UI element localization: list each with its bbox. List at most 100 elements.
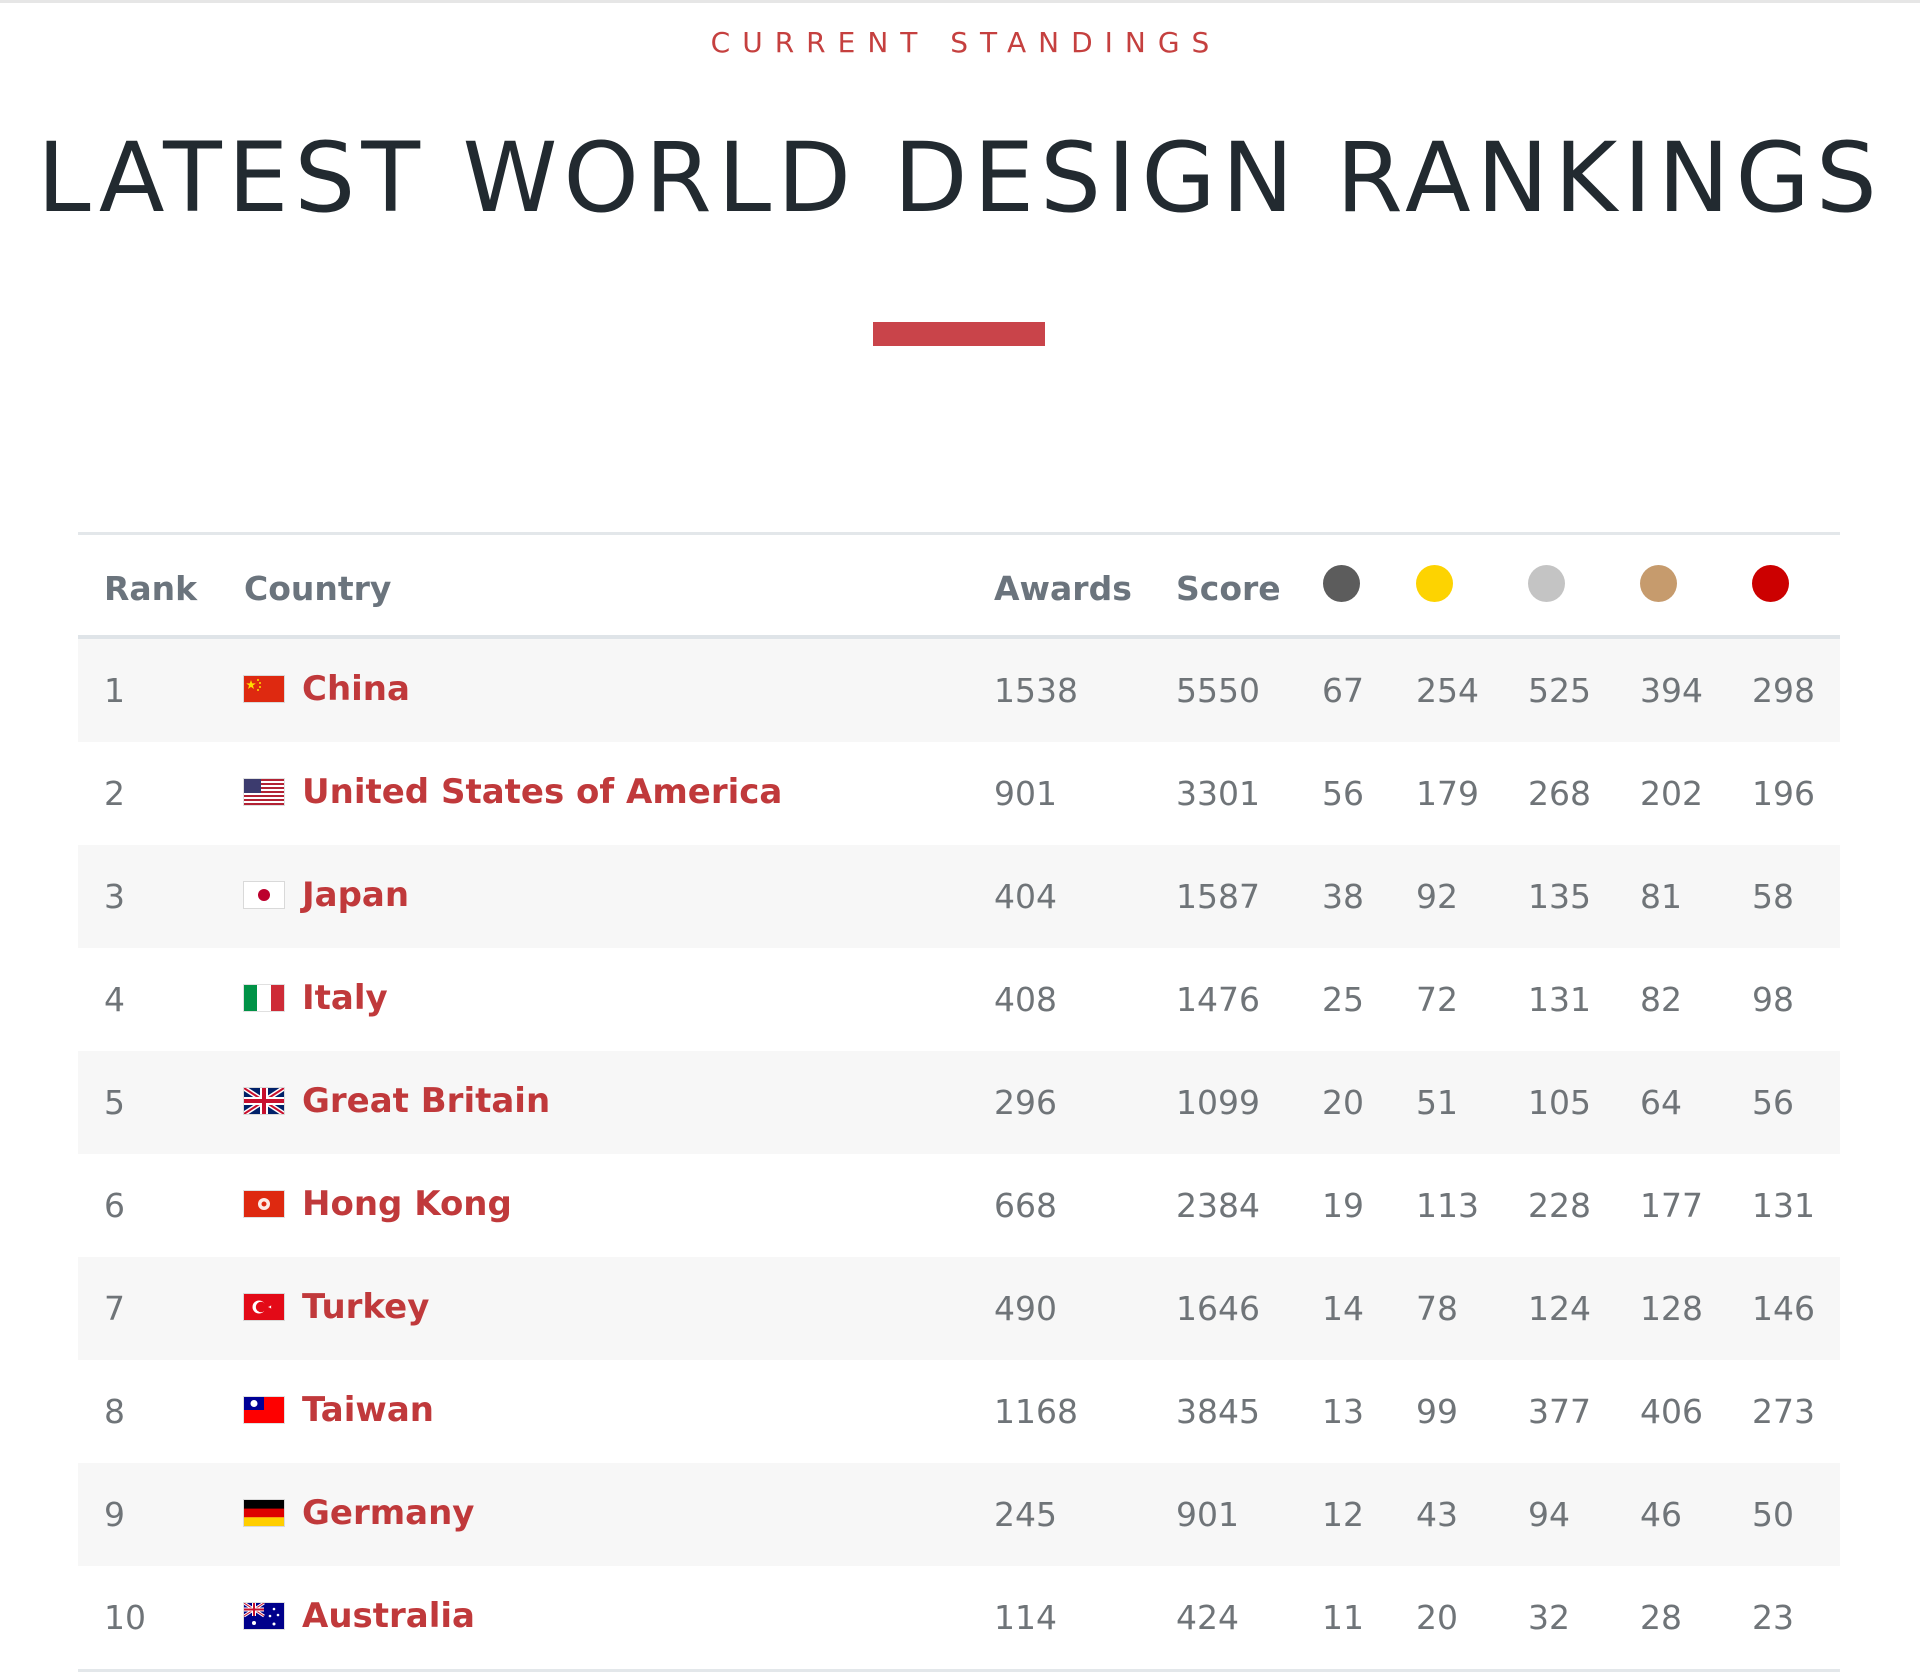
medal-count-cell: 28 <box>1640 1598 1682 1637</box>
medal-count-cell: 146 <box>1752 1289 1815 1328</box>
country-link[interactable]: Japan <box>302 875 409 915</box>
country-link[interactable]: China <box>302 669 410 709</box>
medal-count-cell: 51 <box>1416 1083 1458 1122</box>
awards-column-header[interactable]: Awards <box>994 569 1132 608</box>
medal-count-cell: 131 <box>1752 1186 1815 1225</box>
country-link[interactable]: United States of America <box>302 772 782 812</box>
medal-count-cell: 19 <box>1322 1186 1364 1225</box>
medal-count-cell: 98 <box>1752 980 1794 1019</box>
medal-count-cell: 268 <box>1528 774 1591 813</box>
score-column-header[interactable]: Score <box>1176 569 1281 608</box>
medal-count-cell: 32 <box>1528 1598 1570 1637</box>
country-link[interactable]: Hong Kong <box>302 1184 512 1224</box>
gb-flag-icon <box>244 1088 284 1114</box>
medal-count-cell: 394 <box>1640 671 1703 710</box>
medal-count-cell: 406 <box>1640 1392 1703 1431</box>
medal-count-cell: 72 <box>1416 980 1458 1019</box>
silver-medal-icon[interactable] <box>1528 565 1565 602</box>
table-bottom-border <box>78 1669 1840 1672</box>
it-flag-icon <box>244 985 284 1011</box>
medal-count-cell: 13 <box>1322 1392 1364 1431</box>
medal-count-cell: 124 <box>1528 1289 1591 1328</box>
table-row: 2 United States of America 901 3301 56 179 268… <box>78 742 1840 845</box>
title-accent-bar <box>873 322 1045 346</box>
country-link[interactable]: Great Britain <box>302 1081 550 1121</box>
awards-cell: 1168 <box>994 1392 1078 1431</box>
de-flag-icon <box>244 1500 284 1526</box>
medal-count-cell: 56 <box>1752 1083 1794 1122</box>
country-column-header[interactable]: Country <box>244 569 391 608</box>
rank-cell: 5 <box>104 1083 125 1122</box>
country-link[interactable]: Australia <box>302 1596 475 1636</box>
medal-count-cell: 177 <box>1640 1186 1703 1225</box>
medal-count-cell: 179 <box>1416 774 1479 813</box>
country-cell: Great Britain <box>244 1081 550 1121</box>
country-cell: Japan <box>244 875 409 915</box>
rank-cell: 8 <box>104 1392 125 1431</box>
medal-count-cell: 81 <box>1640 877 1682 916</box>
us-flag-icon <box>244 779 284 805</box>
table-header: Rank Country Awards Score <box>78 535 1840 639</box>
medal-count-cell: 67 <box>1322 671 1364 710</box>
table-row: 5 Great Britain 296 1099 20 51 105 64 56 <box>78 1051 1840 1154</box>
score-cell: 1476 <box>1176 980 1260 1019</box>
medal-count-cell: 56 <box>1322 774 1364 813</box>
rank-cell: 4 <box>104 980 125 1019</box>
score-cell: 1099 <box>1176 1083 1260 1122</box>
medal-count-cell: 202 <box>1640 774 1703 813</box>
medal-count-cell: 82 <box>1640 980 1682 1019</box>
medal-count-cell: 20 <box>1322 1083 1364 1122</box>
red-medal-icon[interactable] <box>1752 565 1789 602</box>
score-cell: 5550 <box>1176 671 1260 710</box>
dark-gray-medal-icon[interactable] <box>1323 565 1360 602</box>
country-link[interactable]: Germany <box>302 1493 474 1533</box>
rank-cell: 3 <box>104 877 125 916</box>
medal-count-cell: 38 <box>1322 877 1364 916</box>
medal-count-cell: 12 <box>1322 1495 1364 1534</box>
medal-count-cell: 11 <box>1322 1598 1364 1637</box>
country-cell: Germany <box>244 1493 474 1533</box>
cn-flag-icon <box>244 676 284 702</box>
medal-count-cell: 50 <box>1752 1495 1794 1534</box>
medal-count-cell: 298 <box>1752 671 1815 710</box>
awards-cell: 114 <box>994 1598 1057 1637</box>
score-cell: 3301 <box>1176 774 1260 813</box>
medal-count-cell: 78 <box>1416 1289 1458 1328</box>
rank-cell: 7 <box>104 1289 125 1328</box>
medal-count-cell: 113 <box>1416 1186 1479 1225</box>
medal-count-cell: 131 <box>1528 980 1591 1019</box>
medal-count-cell: 105 <box>1528 1083 1591 1122</box>
table-row: 1 China 1538 5550 67 254 525 394 298 <box>78 639 1840 742</box>
section-eyebrow: CURRENT STANDINGS <box>710 26 1222 59</box>
medal-count-cell: 25 <box>1322 980 1364 1019</box>
country-cell: Turkey <box>244 1287 429 1327</box>
score-cell: 1646 <box>1176 1289 1260 1328</box>
gold-medal-icon[interactable] <box>1416 565 1453 602</box>
rank-cell: 1 <box>104 671 125 710</box>
country-link[interactable]: Turkey <box>302 1287 429 1327</box>
top-border <box>0 0 1920 3</box>
country-cell: Australia <box>244 1596 475 1636</box>
table-row: 7 Turkey 490 1646 14 78 124 128 146 <box>78 1257 1840 1360</box>
medal-count-cell: 94 <box>1528 1495 1570 1534</box>
medal-count-cell: 377 <box>1528 1392 1591 1431</box>
medal-count-cell: 43 <box>1416 1495 1458 1534</box>
rank-column-header[interactable]: Rank <box>104 569 197 608</box>
rankings-table: Rank Country Awards Score 1 China 1538 5550… <box>78 532 1840 1672</box>
awards-cell: 901 <box>994 774 1057 813</box>
awards-cell: 404 <box>994 877 1057 916</box>
score-cell: 3845 <box>1176 1392 1260 1431</box>
country-cell: United States of America <box>244 772 782 812</box>
country-link[interactable]: Italy <box>302 978 388 1018</box>
table-row: 4 Italy 408 1476 25 72 131 82 98 <box>78 948 1840 1051</box>
tw-flag-icon <box>244 1397 284 1423</box>
table-body: 1 China 1538 5550 67 254 525 394 298 2 United Stat… <box>78 639 1840 1669</box>
rank-cell: 6 <box>104 1186 125 1225</box>
country-link[interactable]: Taiwan <box>302 1390 434 1430</box>
bronze-medal-icon[interactable] <box>1640 565 1677 602</box>
awards-cell: 668 <box>994 1186 1057 1225</box>
medal-count-cell: 46 <box>1640 1495 1682 1534</box>
country-cell: China <box>244 669 410 709</box>
medal-count-cell: 254 <box>1416 671 1479 710</box>
table-row: 10 Australia 114 424 11 20 32 28 23 <box>78 1566 1840 1669</box>
